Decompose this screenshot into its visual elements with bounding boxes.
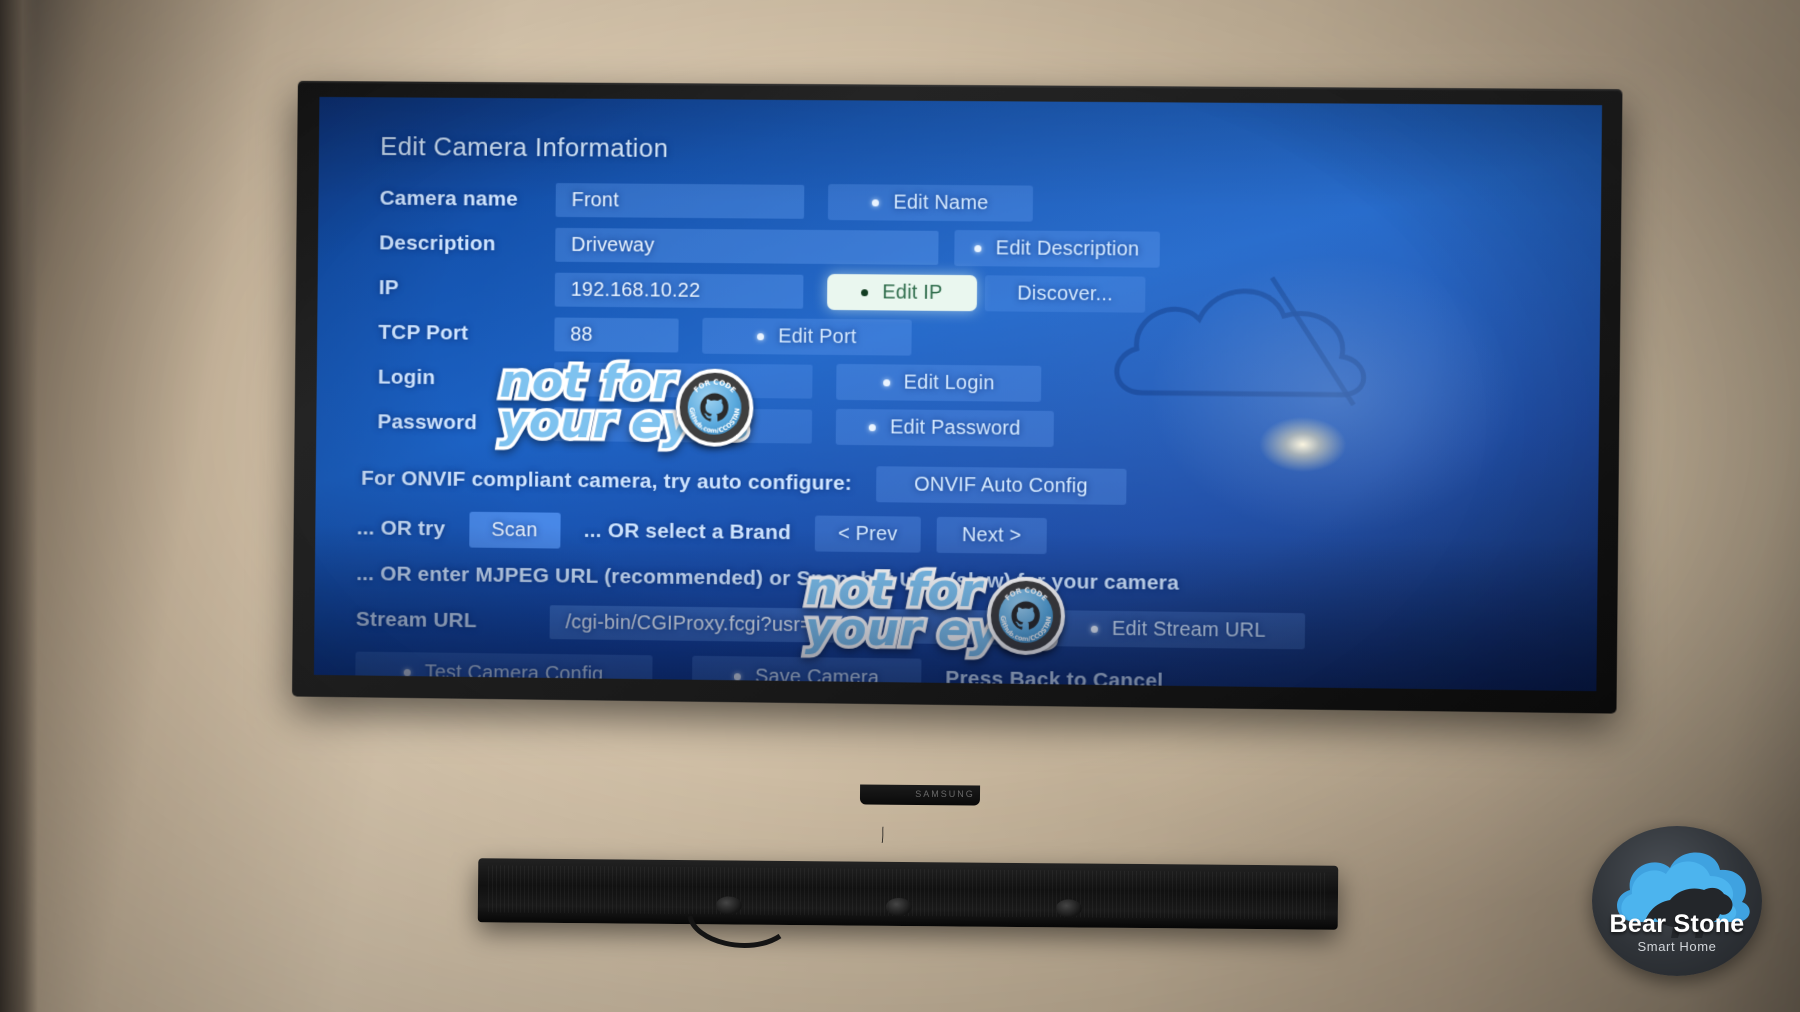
edit-port-label: Edit Port (778, 325, 856, 349)
label-camera-name: Camera name (358, 187, 556, 212)
mjpeg-note-row: ... OR enter MJPEG URL (recommended) or … (356, 562, 1597, 600)
scan-button[interactable]: Scan (469, 512, 560, 549)
input-tcp-port[interactable]: 88 (554, 317, 678, 352)
bullet-icon (734, 673, 741, 680)
save-camera-label: Save Camera (755, 665, 879, 690)
label-ip: IP (357, 276, 555, 302)
cancel-hint: Press Back to Cancel (945, 667, 1163, 691)
onvif-prompt: For ONVIF compliant camera, try auto con… (361, 467, 852, 496)
prev-brand-label: < Prev (838, 522, 898, 546)
input-password[interactable] (553, 407, 812, 443)
onvif-auto-config-label: ONVIF Auto Config (914, 473, 1088, 498)
room-scene: Edit Camera Information Camera name Fron… (0, 0, 1800, 1012)
save-camera-button[interactable]: Save Camera (692, 656, 922, 691)
power-cable (880, 790, 886, 880)
soundbar-cable (660, 916, 860, 976)
onvif-auto-config-button[interactable]: ONVIF Auto Config (876, 466, 1126, 505)
input-ip[interactable]: 192.168.10.22 (555, 273, 804, 309)
edit-description-label: Edit Description (996, 237, 1140, 261)
edit-login-button[interactable]: Edit Login (836, 364, 1041, 402)
prev-brand-button[interactable]: < Prev (815, 516, 921, 553)
tv-brand-logo: SAMSUNG (905, 789, 985, 801)
bullet-icon (975, 245, 982, 252)
next-brand-label: Next > (962, 524, 1022, 548)
bullet-icon (1091, 625, 1098, 632)
edit-name-label: Edit Name (893, 191, 988, 215)
edit-description-button[interactable]: Edit Description (954, 230, 1160, 268)
input-camera-name[interactable]: Front (556, 183, 805, 219)
edit-password-label: Edit Password (890, 416, 1021, 440)
wall-corner-shadow (0, 0, 38, 1012)
input-stream-url[interactable]: /cgi-bin/CGIProxy.fcgi?usr= (550, 605, 1028, 645)
brand-tagline: Smart Home (1592, 939, 1762, 954)
bullet-icon (861, 289, 868, 296)
test-camera-config-label: Test Camera Config (425, 661, 604, 686)
bullet-icon (757, 333, 764, 340)
action-buttons-row: Test Camera Config Save Camera Press Bac… (355, 652, 1596, 692)
stream-url-row: Stream URL /cgi-bin/CGIProxy.fcgi?usr= E… (356, 602, 1597, 653)
field-row-password: Password Edit Password (356, 401, 1599, 455)
label-login: Login (356, 365, 554, 391)
field-row-tcp-port: TCP Port 88 Edit Port (356, 312, 1599, 365)
edit-name-button[interactable]: Edit Name (828, 184, 1033, 222)
scan-label: Scan (491, 518, 537, 541)
label-tcp-port: TCP Port (357, 321, 555, 347)
bullet-icon (883, 379, 890, 386)
camera-config-screen: Edit Camera Information Camera name Fron… (314, 97, 1602, 691)
tv-screen: Edit Camera Information Camera name Fron… (314, 97, 1602, 691)
tv-bezel: Edit Camera Information Camera name Fron… (292, 81, 1622, 714)
test-camera-config-button[interactable]: Test Camera Config (355, 652, 652, 692)
or-try-text: ... OR try (357, 516, 446, 541)
soundbar-driver (886, 898, 912, 916)
next-brand-button[interactable]: Next > (936, 517, 1046, 554)
soundbar (478, 858, 1339, 930)
label-stream-url: Stream URL (356, 608, 550, 634)
edit-password-button[interactable]: Edit Password (836, 409, 1054, 447)
field-row-description: Description Driveway Edit Description (357, 222, 1601, 274)
mjpeg-note: ... OR enter MJPEG URL (recommended) or … (356, 562, 1179, 595)
input-description[interactable]: Driveway (555, 228, 938, 265)
soundbar-driver (1056, 899, 1082, 917)
page-title: Edit Camera Information (380, 131, 1602, 171)
bullet-icon (869, 424, 876, 431)
edit-stream-url-button[interactable]: Edit Stream URL (1052, 610, 1305, 649)
edit-ip-button[interactable]: Edit IP (827, 274, 977, 311)
edit-ip-label: Edit IP (882, 281, 942, 305)
input-login[interactable] (554, 362, 813, 398)
soundbar-driver (716, 896, 742, 914)
bullet-icon (872, 199, 879, 206)
onvif-row: For ONVIF compliant camera, try auto con… (361, 461, 1598, 510)
brand-name: Bear Stone (1592, 910, 1762, 939)
discover-button[interactable]: Discover... (985, 275, 1146, 312)
label-description: Description (357, 231, 555, 256)
bullet-icon (404, 669, 411, 676)
edit-stream-url-label: Edit Stream URL (1112, 617, 1266, 642)
brand-scan-row: ... OR try Scan ... OR select a Brand < … (357, 511, 1598, 561)
label-password: Password (356, 410, 554, 436)
field-row-camera-name: Camera name Front Edit Name (358, 178, 1602, 229)
discover-label: Discover... (1017, 282, 1113, 306)
or-select-brand-text: ... OR select a Brand (584, 519, 791, 545)
brand-logo: Bear Stone Smart Home (1592, 826, 1762, 976)
television: Edit Camera Information Camera name Fron… (292, 81, 1622, 714)
field-row-ip: IP 192.168.10.22 Edit IP Discover... (357, 267, 1601, 320)
edit-login-label: Edit Login (904, 371, 995, 395)
edit-port-button[interactable]: Edit Port (702, 318, 912, 356)
